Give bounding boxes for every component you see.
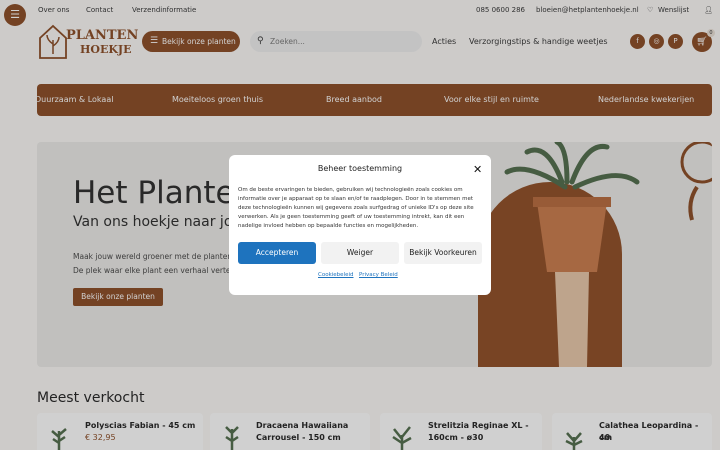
accept-button[interactable]: Accepteren	[238, 242, 316, 264]
privacy-policy-link[interactable]: Privacy Beleid	[359, 272, 398, 278]
close-icon[interactable]: ✕	[473, 163, 482, 176]
consent-title: Beheer toestemming	[317, 164, 403, 173]
cookie-policy-link[interactable]: Cookiebeleid	[318, 272, 353, 278]
consent-text: Om de beste ervaringen te bieden, gebrui…	[238, 187, 474, 229]
deny-button[interactable]: Weiger	[321, 242, 399, 264]
view-preferences-button[interactable]: Bekijk Voorkeuren	[404, 242, 482, 264]
cookie-consent-dialog: Beheer toestemming ✕ Om de beste ervarin…	[229, 155, 491, 295]
